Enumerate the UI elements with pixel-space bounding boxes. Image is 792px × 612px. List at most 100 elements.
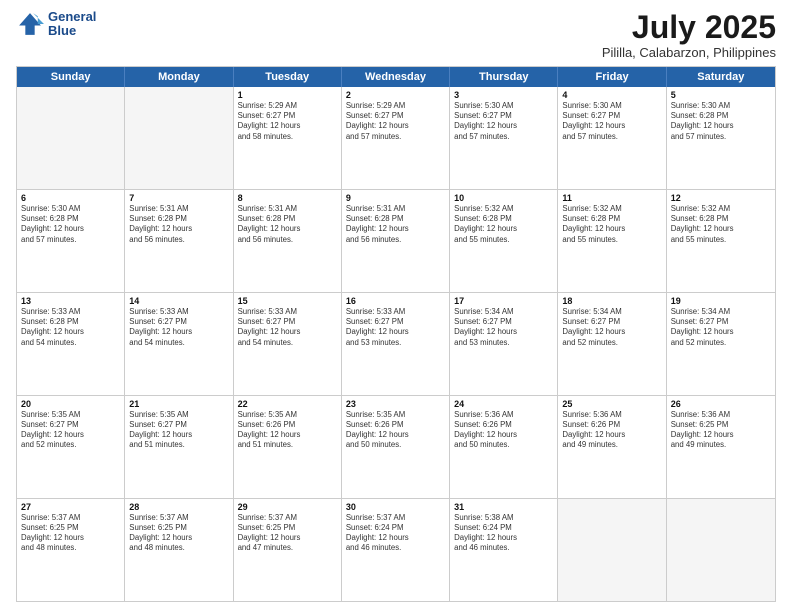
cell-info-line: and 49 minutes.	[671, 440, 771, 450]
cell-info-line: Daylight: 12 hours	[671, 430, 771, 440]
cell-info-line: Sunrise: 5:29 AM	[238, 101, 337, 111]
day-number: 1	[238, 90, 337, 100]
day-number: 18	[562, 296, 661, 306]
cell-info-line: Sunset: 6:27 PM	[238, 317, 337, 327]
cell-info-line: and 52 minutes.	[562, 338, 661, 348]
logo-icon	[16, 10, 44, 38]
logo-text: General Blue	[48, 10, 96, 39]
cell-info-line: Daylight: 12 hours	[238, 533, 337, 543]
calendar-cell: 9Sunrise: 5:31 AMSunset: 6:28 PMDaylight…	[342, 190, 450, 292]
month-title: July 2025	[602, 10, 776, 45]
weekday-header-wednesday: Wednesday	[342, 67, 450, 87]
cell-info-line: and 51 minutes.	[129, 440, 228, 450]
calendar-cell: 21Sunrise: 5:35 AMSunset: 6:27 PMDayligh…	[125, 396, 233, 498]
cell-info-line: Daylight: 12 hours	[454, 327, 553, 337]
cell-info-line: Sunrise: 5:33 AM	[21, 307, 120, 317]
cell-info-line: Daylight: 12 hours	[562, 430, 661, 440]
cell-info-line: Sunrise: 5:34 AM	[454, 307, 553, 317]
cell-info-line: Sunset: 6:26 PM	[346, 420, 445, 430]
cell-info-line: Sunset: 6:28 PM	[238, 214, 337, 224]
cell-info-line: Sunrise: 5:35 AM	[129, 410, 228, 420]
calendar-cell: 14Sunrise: 5:33 AMSunset: 6:27 PMDayligh…	[125, 293, 233, 395]
day-number: 30	[346, 502, 445, 512]
cell-info-line: Sunset: 6:28 PM	[129, 214, 228, 224]
logo: General Blue	[16, 10, 96, 39]
calendar-cell: 28Sunrise: 5:37 AMSunset: 6:25 PMDayligh…	[125, 499, 233, 601]
day-number: 31	[454, 502, 553, 512]
cell-info-line: Sunrise: 5:33 AM	[129, 307, 228, 317]
cell-info-line: Sunrise: 5:30 AM	[21, 204, 120, 214]
calendar-cell: 29Sunrise: 5:37 AMSunset: 6:25 PMDayligh…	[234, 499, 342, 601]
cell-info-line: and 46 minutes.	[346, 543, 445, 553]
cell-info-line: Sunset: 6:27 PM	[562, 317, 661, 327]
calendar-cell: 20Sunrise: 5:35 AMSunset: 6:27 PMDayligh…	[17, 396, 125, 498]
weekday-header-saturday: Saturday	[667, 67, 775, 87]
cell-info-line: Daylight: 12 hours	[21, 224, 120, 234]
title-block: July 2025 Pililla, Calabarzon, Philippin…	[602, 10, 776, 60]
cell-info-line: Daylight: 12 hours	[346, 533, 445, 543]
cell-info-line: Sunrise: 5:38 AM	[454, 513, 553, 523]
cell-info-line: Sunset: 6:27 PM	[129, 317, 228, 327]
cell-info-line: Daylight: 12 hours	[346, 327, 445, 337]
calendar-cell: 16Sunrise: 5:33 AMSunset: 6:27 PMDayligh…	[342, 293, 450, 395]
day-number: 22	[238, 399, 337, 409]
cell-info-line: and 49 minutes.	[562, 440, 661, 450]
cell-info-line: Sunset: 6:27 PM	[671, 317, 771, 327]
cell-info-line: Sunrise: 5:30 AM	[562, 101, 661, 111]
day-number: 15	[238, 296, 337, 306]
cell-info-line: Sunrise: 5:29 AM	[346, 101, 445, 111]
day-number: 7	[129, 193, 228, 203]
cell-info-line: Sunrise: 5:31 AM	[238, 204, 337, 214]
calendar-cell: 12Sunrise: 5:32 AMSunset: 6:28 PMDayligh…	[667, 190, 775, 292]
cell-info-line: Sunrise: 5:36 AM	[454, 410, 553, 420]
cell-info-line: Sunset: 6:28 PM	[671, 111, 771, 121]
cell-info-line: Daylight: 12 hours	[129, 224, 228, 234]
day-number: 5	[671, 90, 771, 100]
cell-info-line: and 57 minutes.	[21, 235, 120, 245]
cell-info-line: Daylight: 12 hours	[346, 430, 445, 440]
calendar-cell: 7Sunrise: 5:31 AMSunset: 6:28 PMDaylight…	[125, 190, 233, 292]
cell-info-line: Sunrise: 5:31 AM	[346, 204, 445, 214]
day-number: 20	[21, 399, 120, 409]
cell-info-line: Sunrise: 5:37 AM	[346, 513, 445, 523]
day-number: 10	[454, 193, 553, 203]
cell-info-line: Sunset: 6:27 PM	[21, 420, 120, 430]
cell-info-line: Daylight: 12 hours	[454, 224, 553, 234]
cell-info-line: and 51 minutes.	[238, 440, 337, 450]
cell-info-line: and 57 minutes.	[346, 132, 445, 142]
cell-info-line: and 57 minutes.	[671, 132, 771, 142]
cell-info-line: and 50 minutes.	[454, 440, 553, 450]
location-subtitle: Pililla, Calabarzon, Philippines	[602, 45, 776, 60]
logo-line2: Blue	[48, 24, 96, 38]
cell-info-line: and 47 minutes.	[238, 543, 337, 553]
cell-info-line: Sunset: 6:28 PM	[454, 214, 553, 224]
calendar-cell: 27Sunrise: 5:37 AMSunset: 6:25 PMDayligh…	[17, 499, 125, 601]
calendar-cell: 3Sunrise: 5:30 AMSunset: 6:27 PMDaylight…	[450, 87, 558, 189]
cell-info-line: Sunrise: 5:31 AM	[129, 204, 228, 214]
cell-info-line: Daylight: 12 hours	[454, 533, 553, 543]
cell-info-line: and 56 minutes.	[129, 235, 228, 245]
cell-info-line: Sunset: 6:27 PM	[562, 111, 661, 121]
cell-info-line: Daylight: 12 hours	[21, 430, 120, 440]
calendar-cell: 11Sunrise: 5:32 AMSunset: 6:28 PMDayligh…	[558, 190, 666, 292]
cell-info-line: Daylight: 12 hours	[129, 327, 228, 337]
day-number: 12	[671, 193, 771, 203]
cell-info-line: and 56 minutes.	[346, 235, 445, 245]
calendar-cell	[125, 87, 233, 189]
calendar-cell: 2Sunrise: 5:29 AMSunset: 6:27 PMDaylight…	[342, 87, 450, 189]
cell-info-line: Sunrise: 5:32 AM	[671, 204, 771, 214]
cell-info-line: and 52 minutes.	[671, 338, 771, 348]
cell-info-line: Sunset: 6:28 PM	[21, 214, 120, 224]
cell-info-line: Daylight: 12 hours	[21, 327, 120, 337]
day-number: 27	[21, 502, 120, 512]
cell-info-line: Sunrise: 5:34 AM	[562, 307, 661, 317]
cell-info-line: Sunrise: 5:36 AM	[562, 410, 661, 420]
day-number: 2	[346, 90, 445, 100]
cell-info-line: Daylight: 12 hours	[454, 430, 553, 440]
day-number: 3	[454, 90, 553, 100]
calendar-body: 1Sunrise: 5:29 AMSunset: 6:27 PMDaylight…	[17, 87, 775, 601]
cell-info-line: Sunset: 6:27 PM	[346, 111, 445, 121]
day-number: 26	[671, 399, 771, 409]
cell-info-line: Sunset: 6:26 PM	[454, 420, 553, 430]
calendar-row-0: 1Sunrise: 5:29 AMSunset: 6:27 PMDaylight…	[17, 87, 775, 190]
